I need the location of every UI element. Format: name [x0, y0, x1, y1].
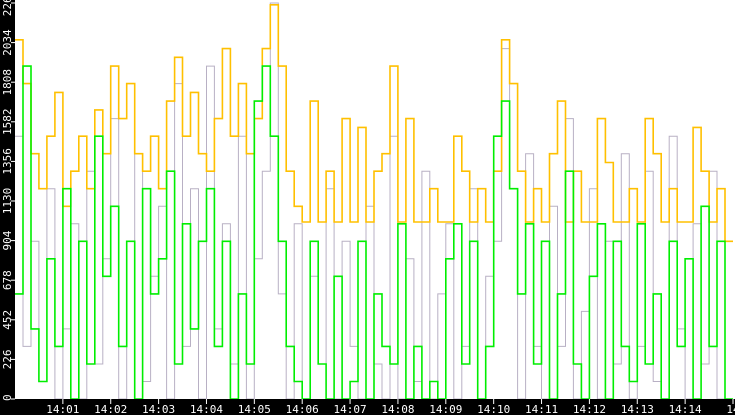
y-tick-label: 678: [1, 270, 14, 290]
x-tick-label: 14:09: [429, 403, 462, 415]
y-tick-label: 904: [1, 230, 14, 250]
x-tick-label: 14:13: [621, 403, 654, 415]
y-tick-label: 2034: [1, 29, 14, 56]
x-tick-label: 14:14: [669, 403, 702, 415]
y-tick-label: 2260: [1, 0, 14, 16]
y-tick-label: 452: [1, 310, 14, 330]
x-tick-label: 14: [726, 403, 735, 415]
x-tick-label: 14:07: [334, 403, 367, 415]
x-tick-label: 14:03: [142, 403, 175, 415]
x-tick-label: 14:06: [286, 403, 319, 415]
x-tick-label: 14:05: [238, 403, 271, 415]
line-chart: 0 226 452 678 904 1130 1356 1582 1808 2034 2260 14…: [0, 0, 735, 415]
x-tick-label: 14:10: [477, 403, 510, 415]
y-tick-label: 1130: [1, 188, 14, 215]
x-tick-label: 14:01: [46, 403, 79, 415]
x-tick-label: 14:02: [94, 403, 127, 415]
x-tick-label: 14:11: [525, 403, 558, 415]
y-tick-label: 1808: [1, 69, 14, 96]
x-tick-label: 14:12: [573, 403, 606, 415]
x-tick-label: 14:04: [190, 403, 223, 415]
y-tick-label: 1582: [1, 109, 14, 136]
y-tick-label: 0: [1, 394, 14, 401]
y-tick-label: 226: [1, 349, 14, 369]
y-tick-label: 1356: [1, 148, 14, 175]
x-tick-label: 14:08: [381, 403, 414, 415]
